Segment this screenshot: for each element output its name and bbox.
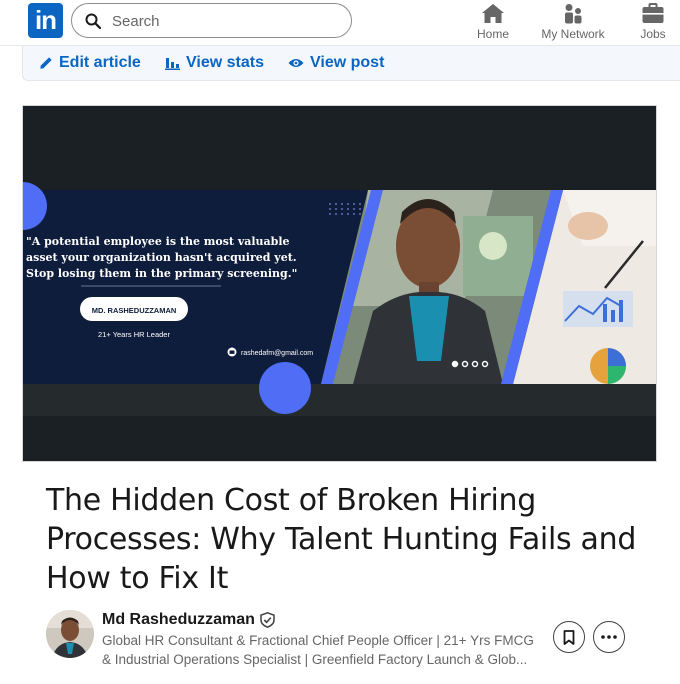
global-nav: in Home My Network Jobs	[0, 0, 680, 46]
nav-my-network[interactable]: My Network	[536, 0, 610, 46]
save-article-button[interactable]	[553, 621, 585, 653]
more-options-button[interactable]	[593, 621, 625, 653]
edit-article-label: Edit article	[59, 54, 141, 71]
view-post-label: View post	[310, 54, 385, 71]
linkedin-logo[interactable]: in	[28, 3, 63, 38]
article-author-toolbar: Edit article View stats View post	[22, 46, 680, 81]
search-input[interactable]	[112, 10, 332, 32]
search-icon	[85, 13, 101, 29]
pencil-icon	[40, 57, 52, 69]
article-title: The Hidden Cost of Broken Hiring Process…	[46, 483, 637, 596]
nav-home[interactable]: Home	[467, 0, 519, 46]
cover-name-badge: MD. RASHEDUZZAMAN	[92, 306, 177, 315]
author-name-row[interactable]: Md Rasheduzzaman	[102, 611, 275, 629]
edit-article-button[interactable]: Edit article	[39, 52, 141, 74]
view-stats-label: View stats	[186, 54, 264, 71]
view-stats-button[interactable]: View stats	[165, 52, 264, 74]
view-post-button[interactable]: View post	[288, 52, 384, 74]
author-name[interactable]: Md Rasheduzzaman	[102, 611, 255, 629]
nav-home-label: Home	[476, 27, 509, 41]
briefcase-icon	[642, 3, 664, 23]
author-headline: Global HR Consultant & Fractional Chief …	[102, 631, 547, 669]
nav-jobs[interactable]: Jobs	[633, 0, 673, 46]
nav-jobs-label: Jobs	[640, 27, 666, 41]
author-avatar[interactable]	[46, 610, 94, 658]
bookmark-icon	[563, 629, 575, 645]
cover-subtitle: 21+ Years HR Leader	[98, 330, 170, 339]
author-headline-line-1: Global HR Consultant & Fractional Chief …	[102, 633, 534, 648]
cover-quote-line-1: "A potential employee is the most valuab…	[26, 235, 290, 248]
home-icon	[482, 4, 504, 23]
ellipsis-icon	[601, 635, 617, 639]
cover-quote-line-2: asset your organization hasn't acquired …	[26, 251, 297, 264]
cover-quote-line-3: Stop losing them in the primary screenin…	[26, 267, 297, 280]
verified-shield-icon	[260, 612, 275, 628]
bar-chart-icon	[165, 58, 180, 70]
eye-icon	[288, 59, 304, 67]
search-box[interactable]	[71, 3, 352, 38]
people-icon	[565, 4, 582, 24]
nav-my-network-label: My Network	[541, 27, 605, 41]
cover-email: rashedafm@gmail.com	[241, 350, 313, 357]
article-cover-image: "A potential employee is the most valuab…	[22, 105, 657, 462]
author-headline-line-2: & Industrial Operations Specialist | Gre…	[102, 652, 528, 667]
